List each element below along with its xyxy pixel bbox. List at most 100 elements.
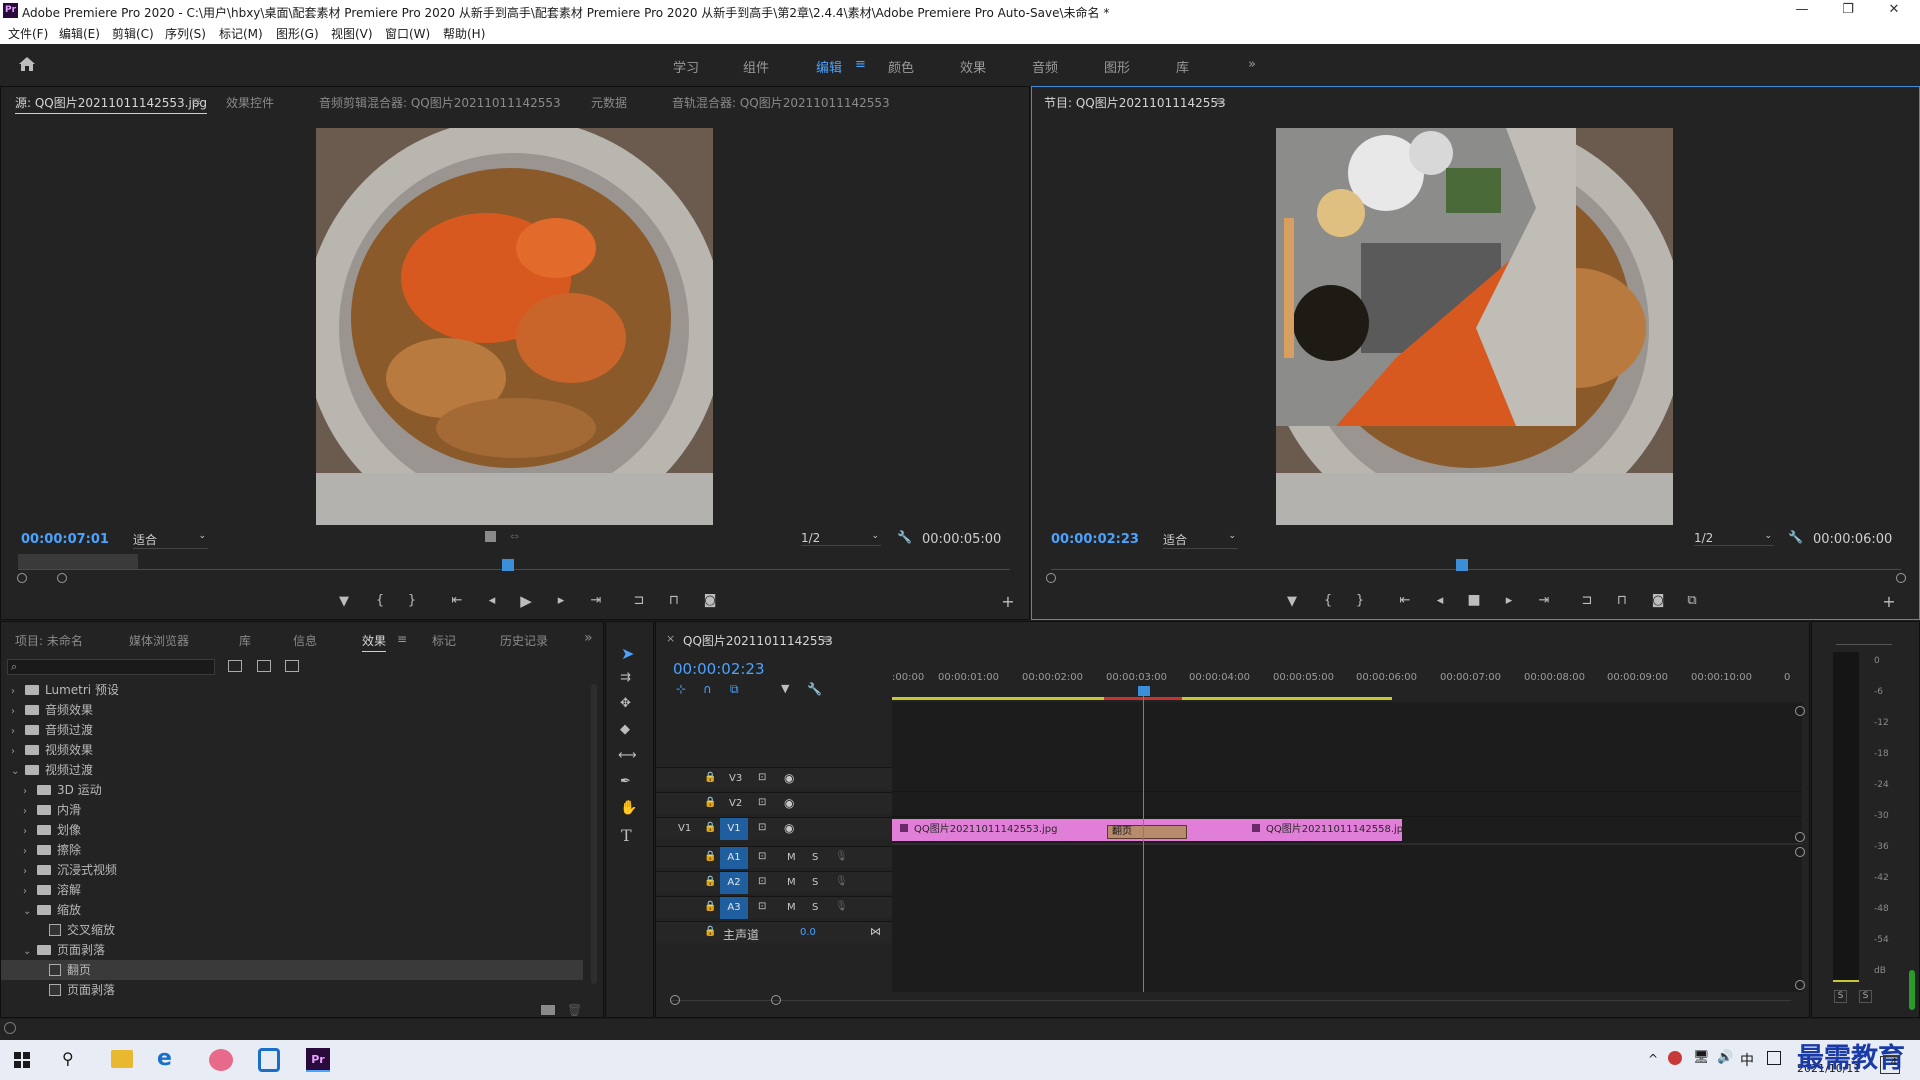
nest-sequence-icon[interactable]: ⊹ (676, 682, 686, 696)
chevron-right-icon[interactable]: › (11, 742, 23, 762)
mark-out-icon[interactable]: } (1350, 593, 1370, 608)
sync-lock-icon[interactable]: ⊡ (758, 901, 766, 912)
volume-icon[interactable]: 🔊 (1717, 1050, 1733, 1065)
menu-clip[interactable]: 剪辑(C) (112, 25, 154, 42)
drag-video-icon[interactable]: ⇔ (510, 530, 519, 543)
menu-view[interactable]: 视图(V) (331, 25, 373, 42)
track-label-v1[interactable]: V1 (720, 818, 748, 840)
track-label-v2[interactable]: V2 (729, 798, 742, 809)
step-back-icon[interactable]: ◂ (482, 593, 502, 608)
razor-tool-icon[interactable]: ◆ (620, 722, 630, 737)
edge-browser-icon[interactable]: e (157, 1046, 172, 1071)
solo-button[interactable]: S (812, 877, 818, 888)
32bit-effects-icon[interactable] (257, 660, 271, 672)
meter-solo-right[interactable]: S (1859, 990, 1872, 1003)
timeline-zoom-right-handle[interactable] (771, 995, 781, 1005)
mute-button[interactable]: M (787, 877, 796, 888)
effect-folder[interactable]: › 划像 (1, 820, 583, 840)
time-ruler[interactable]: :00:00 00:00:01:00 00:00:02:00 00:00:03:… (892, 658, 1802, 688)
chevron-right-icon[interactable]: › (23, 802, 35, 822)
track-select-tool-icon[interactable]: ⇉ (620, 670, 631, 685)
lock-icon[interactable]: 🔒 (704, 772, 716, 783)
chevron-right-icon[interactable]: › (23, 822, 35, 842)
paint-app-icon[interactable] (209, 1049, 233, 1071)
sync-lock-icon[interactable]: ⊡ (758, 851, 766, 862)
source-fit-dropdown[interactable]: 适合 ⌄ (133, 531, 208, 549)
effect-item[interactable]: 交叉缩放 (1, 920, 583, 940)
menu-help[interactable]: 帮助(H) (443, 25, 485, 42)
chevron-right-icon[interactable]: › (11, 702, 23, 722)
lock-icon[interactable]: 🔒 (704, 822, 716, 833)
menu-window[interactable]: 窗口(W) (385, 25, 430, 42)
effect-folder[interactable]: › 音频效果 (1, 700, 583, 720)
home-icon[interactable] (18, 56, 36, 72)
effect-folder[interactable]: ⌄ 页面剥落 (1, 940, 583, 960)
program-zoom-left-handle[interactable] (1046, 573, 1056, 583)
source-video-frame[interactable] (304, 118, 724, 538)
sync-lock-icon[interactable]: ⊡ (758, 822, 766, 833)
tab-source[interactable]: 源: QQ图片20211011142553.jpg (15, 94, 208, 114)
timeline-timecode[interactable]: 00:00:02:23 (673, 660, 765, 678)
timeline-settings-icon[interactable]: 🔧 (807, 682, 822, 696)
ime-indicator[interactable]: 中 (1740, 1050, 1754, 1070)
timeline-clip[interactable]: QQ图片20211011142553.jpg (892, 819, 1142, 841)
wrench-icon[interactable]: 🔧 (897, 530, 912, 544)
tab-project[interactable]: 项目: 未命名 (15, 632, 83, 649)
tab-effect-controls[interactable]: 效果控件 (226, 94, 274, 111)
effect-folder[interactable]: › 溶解 (1, 880, 583, 900)
effect-folder[interactable]: › 擦除 (1, 840, 583, 860)
tab-audio-track-mixer[interactable]: 音轨混合器: QQ图片20211011142553 (672, 94, 890, 111)
keyboard-mode-icon[interactable] (1767, 1051, 1781, 1065)
yuv-effects-icon[interactable] (285, 660, 299, 672)
program-fit-dropdown[interactable]: 适合 ⌄ (1163, 531, 1238, 549)
meter-solo-left[interactable]: S (1834, 990, 1847, 1003)
source-zoom-left-handle[interactable] (17, 573, 27, 583)
add-button-icon[interactable]: + (1879, 592, 1899, 611)
extract-icon[interactable]: ⊓ (1612, 593, 1632, 608)
comparison-view-icon[interactable]: ⧉ (1682, 593, 1702, 608)
overwrite-icon[interactable]: ⊓ (664, 593, 684, 608)
add-marker-icon[interactable]: ▼ (334, 594, 354, 609)
effect-folder[interactable]: › 视频效果 (1, 740, 583, 760)
lock-icon[interactable]: 🔒 (704, 797, 716, 808)
mark-out-icon[interactable]: } (402, 593, 422, 608)
meter-scrollbar[interactable] (1909, 970, 1915, 1010)
linked-selection-icon[interactable]: ⧉ (730, 682, 739, 697)
play-icon[interactable]: ▶ (516, 592, 536, 610)
effect-folder[interactable]: › 沉浸式视频 (1, 860, 583, 880)
program-timecode[interactable]: 00:00:02:23 (1051, 532, 1139, 547)
workspace-libraries[interactable]: 库 (1176, 57, 1189, 76)
export-frame-icon[interactable]: ◙ (700, 593, 720, 608)
chevron-down-icon[interactable]: ⌄ (23, 942, 35, 962)
source-insert-settings-icon[interactable] (485, 531, 496, 542)
wrench-icon[interactable]: 🔧 (1788, 530, 1803, 544)
menu-graphics[interactable]: 图形(G) (276, 25, 319, 42)
go-to-in-icon[interactable]: ⇤ (447, 593, 467, 608)
mark-in-icon[interactable]: { (1318, 593, 1338, 608)
trash-icon[interactable]: 🗑 (567, 1003, 582, 1017)
audio-sync-icon[interactable]: ⋈ (870, 925, 881, 938)
tab-metadata[interactable]: 元数据 (591, 94, 627, 111)
effects-search-input[interactable] (24, 660, 210, 674)
type-tool-icon[interactable]: T (621, 826, 632, 845)
ripple-edit-tool-icon[interactable]: ✥ (620, 696, 631, 711)
source-zoom-right-handle[interactable] (57, 573, 67, 583)
selection-tool-icon[interactable]: ➤ (621, 644, 634, 663)
chevron-right-icon[interactable]: › (23, 842, 35, 862)
hand-tool-icon[interactable]: ✋ (620, 800, 637, 816)
pen-tool-icon[interactable]: ✒ (620, 774, 631, 789)
microphone-icon[interactable]: 🎙 (835, 876, 848, 887)
tab-effects[interactable]: 效果 (362, 632, 387, 652)
source-tab-menu-icon[interactable]: ≡ (191, 94, 201, 108)
effect-item[interactable]: 翻页 (1, 960, 583, 980)
source-timecode[interactable]: 00:00:07:01 (21, 532, 109, 547)
sync-lock-icon[interactable]: ⊡ (758, 772, 766, 783)
snap-icon[interactable]: ∩ (703, 682, 712, 696)
effect-folder[interactable]: ⌄ 缩放 (1, 900, 583, 920)
step-forward-icon[interactable]: ▸ (1499, 593, 1519, 608)
effect-item[interactable]: 页面剥落 (1, 980, 583, 1000)
workspace-graphics[interactable]: 图形 (1104, 57, 1130, 76)
track-label-a2[interactable]: A2 (720, 872, 748, 894)
chevron-down-icon[interactable]: ⌄ (23, 902, 35, 922)
close-tab-icon[interactable]: × (666, 632, 675, 645)
